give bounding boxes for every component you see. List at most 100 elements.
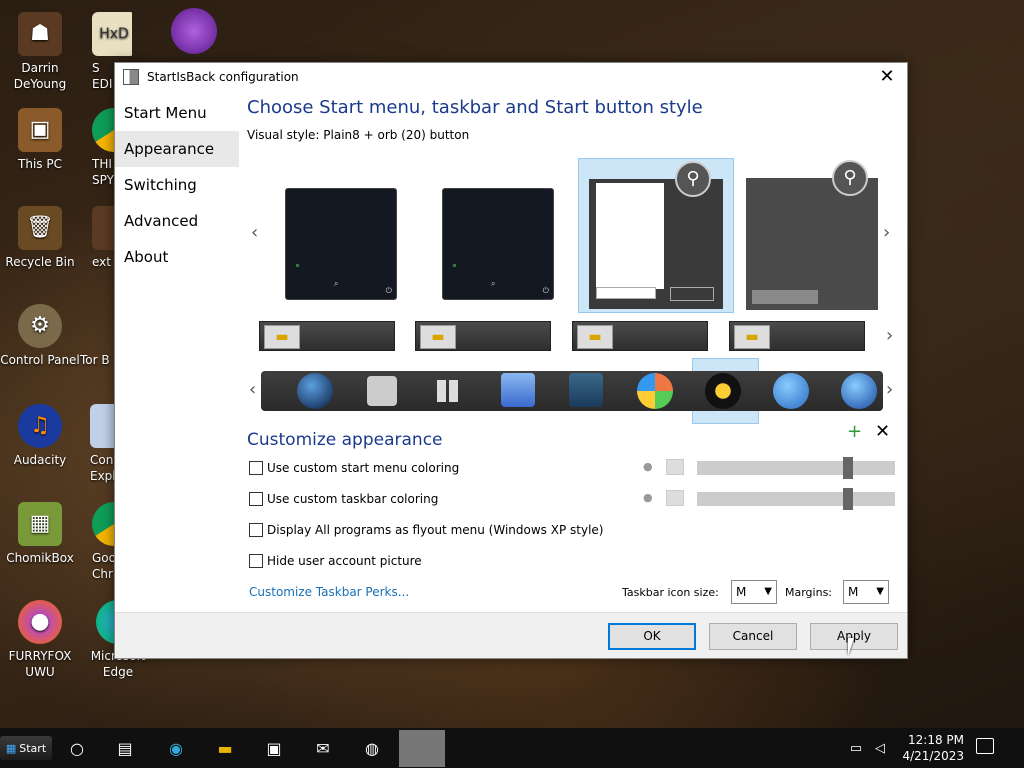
color-swatch[interactable] xyxy=(666,490,684,506)
person-icon: ☗ xyxy=(18,12,62,56)
system-clock[interactable]: 12:18 PM 4/21/2023 xyxy=(902,732,964,764)
chrome-icon[interactable]: ◍ xyxy=(359,736,385,760)
sidebar-item-start-menu[interactable]: Start Menu xyxy=(115,95,239,131)
audacity-icon: ♫ xyxy=(18,404,62,448)
clock-date: 4/21/2023 xyxy=(902,749,964,763)
taskbar-style-option[interactable]: ▬ xyxy=(259,321,395,351)
firefox-icon: ● xyxy=(18,600,62,644)
checkbox[interactable] xyxy=(249,554,263,568)
chevron-right-icon[interactable]: › xyxy=(883,222,890,243)
ok-button[interactable]: OK xyxy=(608,623,696,650)
start-label: Start xyxy=(19,741,47,755)
folder-icon: ▬ xyxy=(264,325,300,349)
sidebar-item-appearance[interactable]: Appearance xyxy=(115,131,239,167)
hxd-icon: HxD xyxy=(92,12,132,56)
recycle-bin-icon: 🗑 xyxy=(18,206,62,250)
desktop-icon-label: FURRYFOX UWU xyxy=(8,649,72,679)
edge-icon[interactable]: ◉ xyxy=(163,736,189,760)
start-menu-style-option-selected[interactable]: ⚲ xyxy=(578,158,734,313)
sidebar-item-about[interactable]: About xyxy=(115,239,239,275)
windows-logo-icon: ▦ xyxy=(5,741,17,755)
desktop-icon-label: Darrin DeYoung xyxy=(13,61,67,91)
start-menu-style-option[interactable]: ⚲ xyxy=(746,160,878,310)
option-label: Use custom taskbar coloring xyxy=(267,492,439,506)
start-menu-color-slider[interactable] xyxy=(697,457,895,479)
chevron-right-icon[interactable]: › xyxy=(886,325,893,346)
taskbar-style-option[interactable]: ▬ xyxy=(572,321,708,351)
orb-option[interactable] xyxy=(367,376,397,406)
desktop-icon-audacity[interactable]: ♫ Audacity xyxy=(0,404,80,468)
dialog-titlebar[interactable]: StartIsBack configuration ✕ xyxy=(115,63,907,91)
orb-option[interactable] xyxy=(501,373,535,407)
desktop-icon-label: Control Panel xyxy=(0,353,80,367)
close-icon[interactable]: ✕ xyxy=(875,67,899,87)
control-panel-icon: ⚙ xyxy=(18,304,62,348)
option-custom-taskbar-coloring[interactable]: Use custom taskbar coloring xyxy=(249,492,438,506)
slider-thumb[interactable] xyxy=(843,457,853,479)
task-view-icon[interactable]: ▤ xyxy=(112,736,138,760)
orb-option[interactable] xyxy=(773,373,809,409)
option-label: Display All programs as flyout menu (Win… xyxy=(267,523,604,537)
plus-icon[interactable]: + xyxy=(847,421,862,442)
option-hide-user-picture[interactable]: Hide user account picture xyxy=(249,554,422,568)
margins-select[interactable]: M ▼ xyxy=(843,580,889,604)
visual-style-value: Plain8 + orb (20) button xyxy=(323,128,470,142)
customize-taskbar-perks-link[interactable]: Customize Taskbar Perks... xyxy=(249,585,409,599)
checkbox[interactable] xyxy=(249,492,263,506)
apply-button[interactable]: Apply xyxy=(810,623,898,650)
visual-style-line: Visual style: Plain8 + orb (20) button xyxy=(247,128,899,142)
start-button[interactable]: ▦ Start xyxy=(0,736,52,760)
sidebar-item-advanced[interactable]: Advanced xyxy=(115,203,239,239)
orb-option[interactable] xyxy=(637,373,673,409)
chomikbox-icon: ▦ xyxy=(18,502,62,546)
desktop-icon-this-pc[interactable]: ▣ This PC xyxy=(0,108,80,172)
option-label: Hide user account picture xyxy=(267,554,422,568)
desktop-icon-chomikbox[interactable]: ▦ ChomikBox xyxy=(0,502,80,566)
start-menu-style-option[interactable]: ⌕ ⏻ xyxy=(442,188,554,300)
taskbar-icon-size-select[interactable]: M ▼ xyxy=(731,580,777,604)
tor-icon[interactable] xyxy=(171,8,217,54)
sidebar-item-switching[interactable]: Switching xyxy=(115,167,239,203)
start-menu-style-option[interactable]: ⌕ ⏻ xyxy=(285,188,397,300)
option-all-programs-flyout[interactable]: Display All programs as flyout menu (Win… xyxy=(249,523,603,537)
checkbox[interactable] xyxy=(249,523,263,537)
option-custom-start-menu-coloring[interactable]: Use custom start menu coloring xyxy=(249,461,459,475)
desktop-icon-recycle-bin[interactable]: 🗑 Recycle Bin xyxy=(0,206,80,270)
taskbar-color-slider[interactable] xyxy=(697,488,895,510)
desktop-icon-darrin[interactable]: ☗ Darrin DeYoung xyxy=(0,12,80,92)
desktop-icon-furryfox[interactable]: ● FURRYFOX UWU xyxy=(0,600,80,680)
orb-option[interactable] xyxy=(841,373,877,409)
desktop-icon-control-panel[interactable]: ⚙ Control Panel xyxy=(0,304,80,368)
chevron-left-icon[interactable]: ‹ xyxy=(251,222,258,243)
chevron-left-icon[interactable]: ‹ xyxy=(249,379,256,400)
taskbar-style-option[interactable]: ▬ xyxy=(415,321,551,351)
color-swatch[interactable] xyxy=(666,459,684,475)
orb-option[interactable] xyxy=(297,373,333,409)
droplet-icon: ● xyxy=(643,460,653,473)
desktop-icon-label: Recycle Bin xyxy=(5,255,75,269)
start-menu-style-gallery: ‹ ⌕ ⏻ ⌕ ⏻ ⚲ ⚲ › xyxy=(247,158,897,313)
checkbox[interactable] xyxy=(249,461,263,475)
orb-option[interactable] xyxy=(569,373,603,407)
taskbar-style-option[interactable]: ▬ xyxy=(729,321,865,351)
orb-option[interactable] xyxy=(437,380,459,402)
mail-icon[interactable]: ✉ xyxy=(310,736,336,760)
chevron-down-icon: ▼ xyxy=(876,586,884,597)
file-explorer-icon[interactable]: ▬ xyxy=(212,736,238,760)
orb-option-selected[interactable] xyxy=(705,373,741,409)
active-window-button[interactable] xyxy=(399,730,445,767)
chevron-right-icon[interactable]: › xyxy=(886,379,893,400)
search-icon[interactable]: ○ xyxy=(64,736,90,760)
cancel-button[interactable]: Cancel xyxy=(709,623,797,650)
customize-heading: Customize appearance xyxy=(247,430,443,450)
folder-icon: ▬ xyxy=(420,325,456,349)
close-icon[interactable]: ✕ xyxy=(875,421,890,442)
slider-thumb[interactable] xyxy=(843,488,853,510)
desktop-icon-label: Audacity xyxy=(13,453,67,467)
notification-icon[interactable] xyxy=(976,738,994,754)
store-icon[interactable]: ▣ xyxy=(261,736,287,760)
app-icon xyxy=(123,69,139,85)
volume-muted-icon[interactable]: ◁ xyxy=(867,736,893,760)
visual-style-label: Visual style: xyxy=(247,128,320,142)
network-icon[interactable]: ▭ xyxy=(843,736,869,760)
